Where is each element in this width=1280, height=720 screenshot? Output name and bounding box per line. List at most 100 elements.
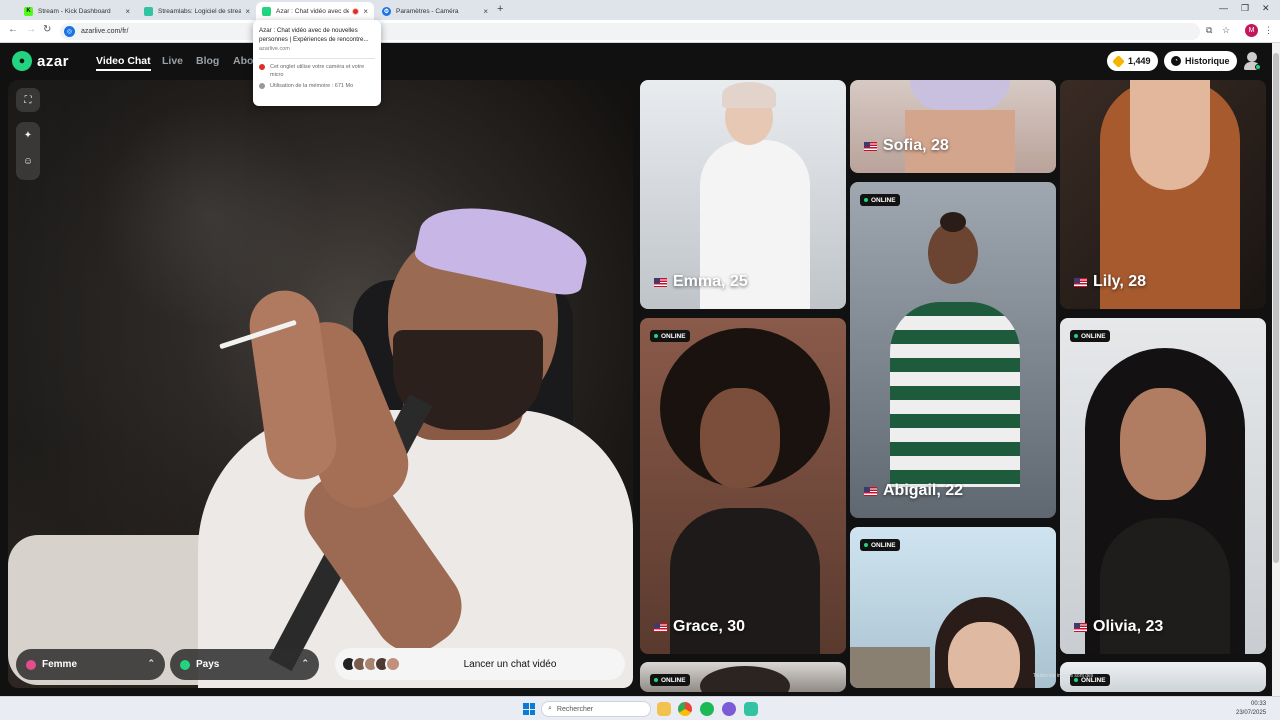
browser-tab-streamlabs[interactable]: Streamlabs: Logiciel de stream × (138, 2, 256, 20)
taskbar-clock[interactable]: 00:33 23/07/2025 (1236, 700, 1266, 718)
us-flag-icon (864, 141, 877, 151)
address-bar: ← → ↻ ◎ azarlive.com/fr/ ⧉ ☆ M ⋮ (0, 20, 1280, 43)
forward-icon[interactable]: → (26, 24, 36, 35)
kick-icon: K (24, 6, 33, 16)
gem-balance[interactable]: 1,449 (1107, 51, 1158, 71)
close-window-icon[interactable]: ✕ (1262, 3, 1270, 14)
profile-name: Abigail, 22 (864, 482, 963, 500)
browser-tab-bar: K Stream - Kick Dashboard × Streamlabs: … (0, 0, 1280, 20)
bookmark-star-icon[interactable]: ☆ (1222, 25, 1230, 36)
online-dot (864, 198, 868, 202)
chevron-up-icon: ⌃ (301, 658, 309, 668)
online-badge: ONLINE (650, 674, 690, 686)
memory-usage-notice: Utilisation de la mémoire : 671 Mo (259, 82, 375, 90)
profile-card[interactable]: ONLINE Olivia, 23 (1060, 318, 1266, 654)
file-explorer-icon[interactable] (657, 702, 671, 716)
profile-card[interactable]: ONLINE (850, 527, 1056, 688)
profile-name: Emma, 25 (654, 273, 748, 291)
reload-icon[interactable]: ↻ (43, 24, 51, 35)
url-field[interactable]: ◎ azarlive.com/fr/ (60, 23, 1200, 40)
camera-usage-notice: Cet onglet utilise votre caméra et votre… (259, 63, 375, 79)
online-dot (654, 678, 658, 682)
online-status-dot (1255, 64, 1261, 70)
windows-start-icon[interactable] (523, 703, 535, 715)
online-badge: ONLINE (860, 194, 900, 206)
tab-hover-title: Azar : Chat vidéo avec de nouvelles pers… (259, 27, 369, 43)
streamlabs-icon[interactable] (744, 702, 758, 716)
page-scrollbar[interactable] (1272, 43, 1280, 696)
start-button-label: Lancer un chat vidéo (463, 658, 557, 670)
gear-icon: ⚙ (382, 6, 391, 16)
chevron-up-icon: ⌃ (147, 658, 155, 668)
profile-card[interactable]: Lily, 28 (1060, 80, 1266, 309)
self-camera-view (8, 80, 633, 688)
close-icon[interactable]: × (483, 7, 488, 16)
close-icon[interactable]: × (363, 7, 368, 16)
nav-live[interactable]: Live (162, 55, 183, 67)
us-flag-icon (654, 622, 667, 632)
streamlabs-icon (144, 6, 153, 16)
browser-tab-azar[interactable]: Azar : Chat vidéo avec de n × (256, 2, 374, 20)
clock-icon: ◔ (1171, 56, 1181, 66)
country-filter-button[interactable]: Pays ⌃ (170, 649, 319, 680)
scrollbar-thumb[interactable] (1273, 53, 1279, 563)
profile-name: Lily, 28 (1074, 273, 1146, 291)
online-badge: ONLINE (860, 539, 900, 551)
browser-tab-kick[interactable]: K Stream - Kick Dashboard × (18, 2, 136, 20)
new-tab-button[interactable]: + (497, 3, 503, 15)
site-info-icon[interactable]: ◎ (64, 26, 75, 37)
browser-tab-settings[interactable]: ⚙ Paramètres - Caméra × (376, 2, 494, 20)
app-header: ● azar Video Chat Live Blog Abo 1,449 ◔ … (0, 43, 1280, 80)
gem-icon (1112, 54, 1125, 68)
sticker-icon[interactable]: ☺ (16, 156, 40, 167)
us-flag-icon (864, 486, 877, 496)
fullscreen-button[interactable]: ⛶ (16, 88, 40, 112)
nav-blog[interactable]: Blog (196, 55, 219, 67)
profile-card[interactable]: ONLINE Grace, 30 (640, 318, 846, 654)
gender-filter-button[interactable]: Femme ⌃ (16, 649, 165, 680)
spotify-icon[interactable] (700, 702, 714, 716)
effects-toolbar: ✦ ☺ (16, 122, 40, 180)
taskbar: ⌕ Rechercher 00:33 23/07/2025 (0, 696, 1280, 720)
sparkle-effects-icon[interactable]: ✦ (16, 130, 40, 141)
nav-video-chat[interactable]: Video Chat (96, 55, 151, 71)
minimize-icon[interactable]: — (1219, 3, 1228, 13)
memory-icon (259, 83, 265, 89)
online-dot (864, 543, 868, 547)
online-badge: ONLINE (650, 330, 690, 342)
fullscreen-icon: ⛶ (24, 94, 32, 106)
nav-about[interactable]: Abo (233, 55, 253, 67)
user-avatar[interactable] (1243, 52, 1261, 70)
profile-avatar[interactable]: M (1245, 24, 1258, 37)
profile-card[interactable]: ONLINE (640, 662, 846, 692)
close-icon[interactable]: × (245, 7, 250, 16)
azar-logo[interactable]: ● azar (12, 51, 69, 71)
tab-title: Paramètres - Caméra (396, 7, 459, 15)
maximize-icon[interactable]: ❐ (1241, 3, 1249, 14)
tab-title: Streamlabs: Logiciel de stream (158, 7, 242, 15)
tab-hover-domain: azarlive.com (259, 46, 290, 52)
profile-card[interactable]: Sofia, 28 (850, 80, 1056, 173)
close-icon[interactable]: × (125, 7, 130, 16)
profile-card[interactable]: ONLINE Abigail, 22 (850, 182, 1056, 518)
install-app-icon[interactable]: ⧉ (1206, 25, 1212, 36)
recording-icon (259, 64, 265, 70)
tab-hover-card: Azar : Chat vidéo avec de nouvelles pers… (253, 20, 381, 106)
history-button[interactable]: ◔ Historique (1164, 51, 1237, 71)
recording-icon (352, 7, 360, 15)
globe-icon (180, 659, 190, 670)
images-disclaimer: Toutes les images sont des (1033, 673, 1094, 679)
messenger-icon[interactable] (722, 702, 736, 716)
browser-menu-icon[interactable]: ⋮ (1264, 25, 1273, 36)
profile-name: Grace, 30 (654, 618, 745, 636)
online-dot (654, 334, 658, 338)
taskbar-search-input[interactable]: ⌕ Rechercher (541, 701, 651, 717)
tab-title: Stream - Kick Dashboard (38, 7, 111, 15)
profile-name: Sofia, 28 (864, 137, 949, 155)
chrome-icon[interactable] (678, 702, 692, 716)
start-video-chat-button[interactable]: Lancer un chat vidéo (335, 648, 625, 680)
profile-card[interactable]: Emma, 25 (640, 80, 846, 309)
profile-name: Olivia, 23 (1074, 618, 1163, 636)
online-dot (1074, 334, 1078, 338)
back-icon[interactable]: ← (8, 24, 18, 35)
